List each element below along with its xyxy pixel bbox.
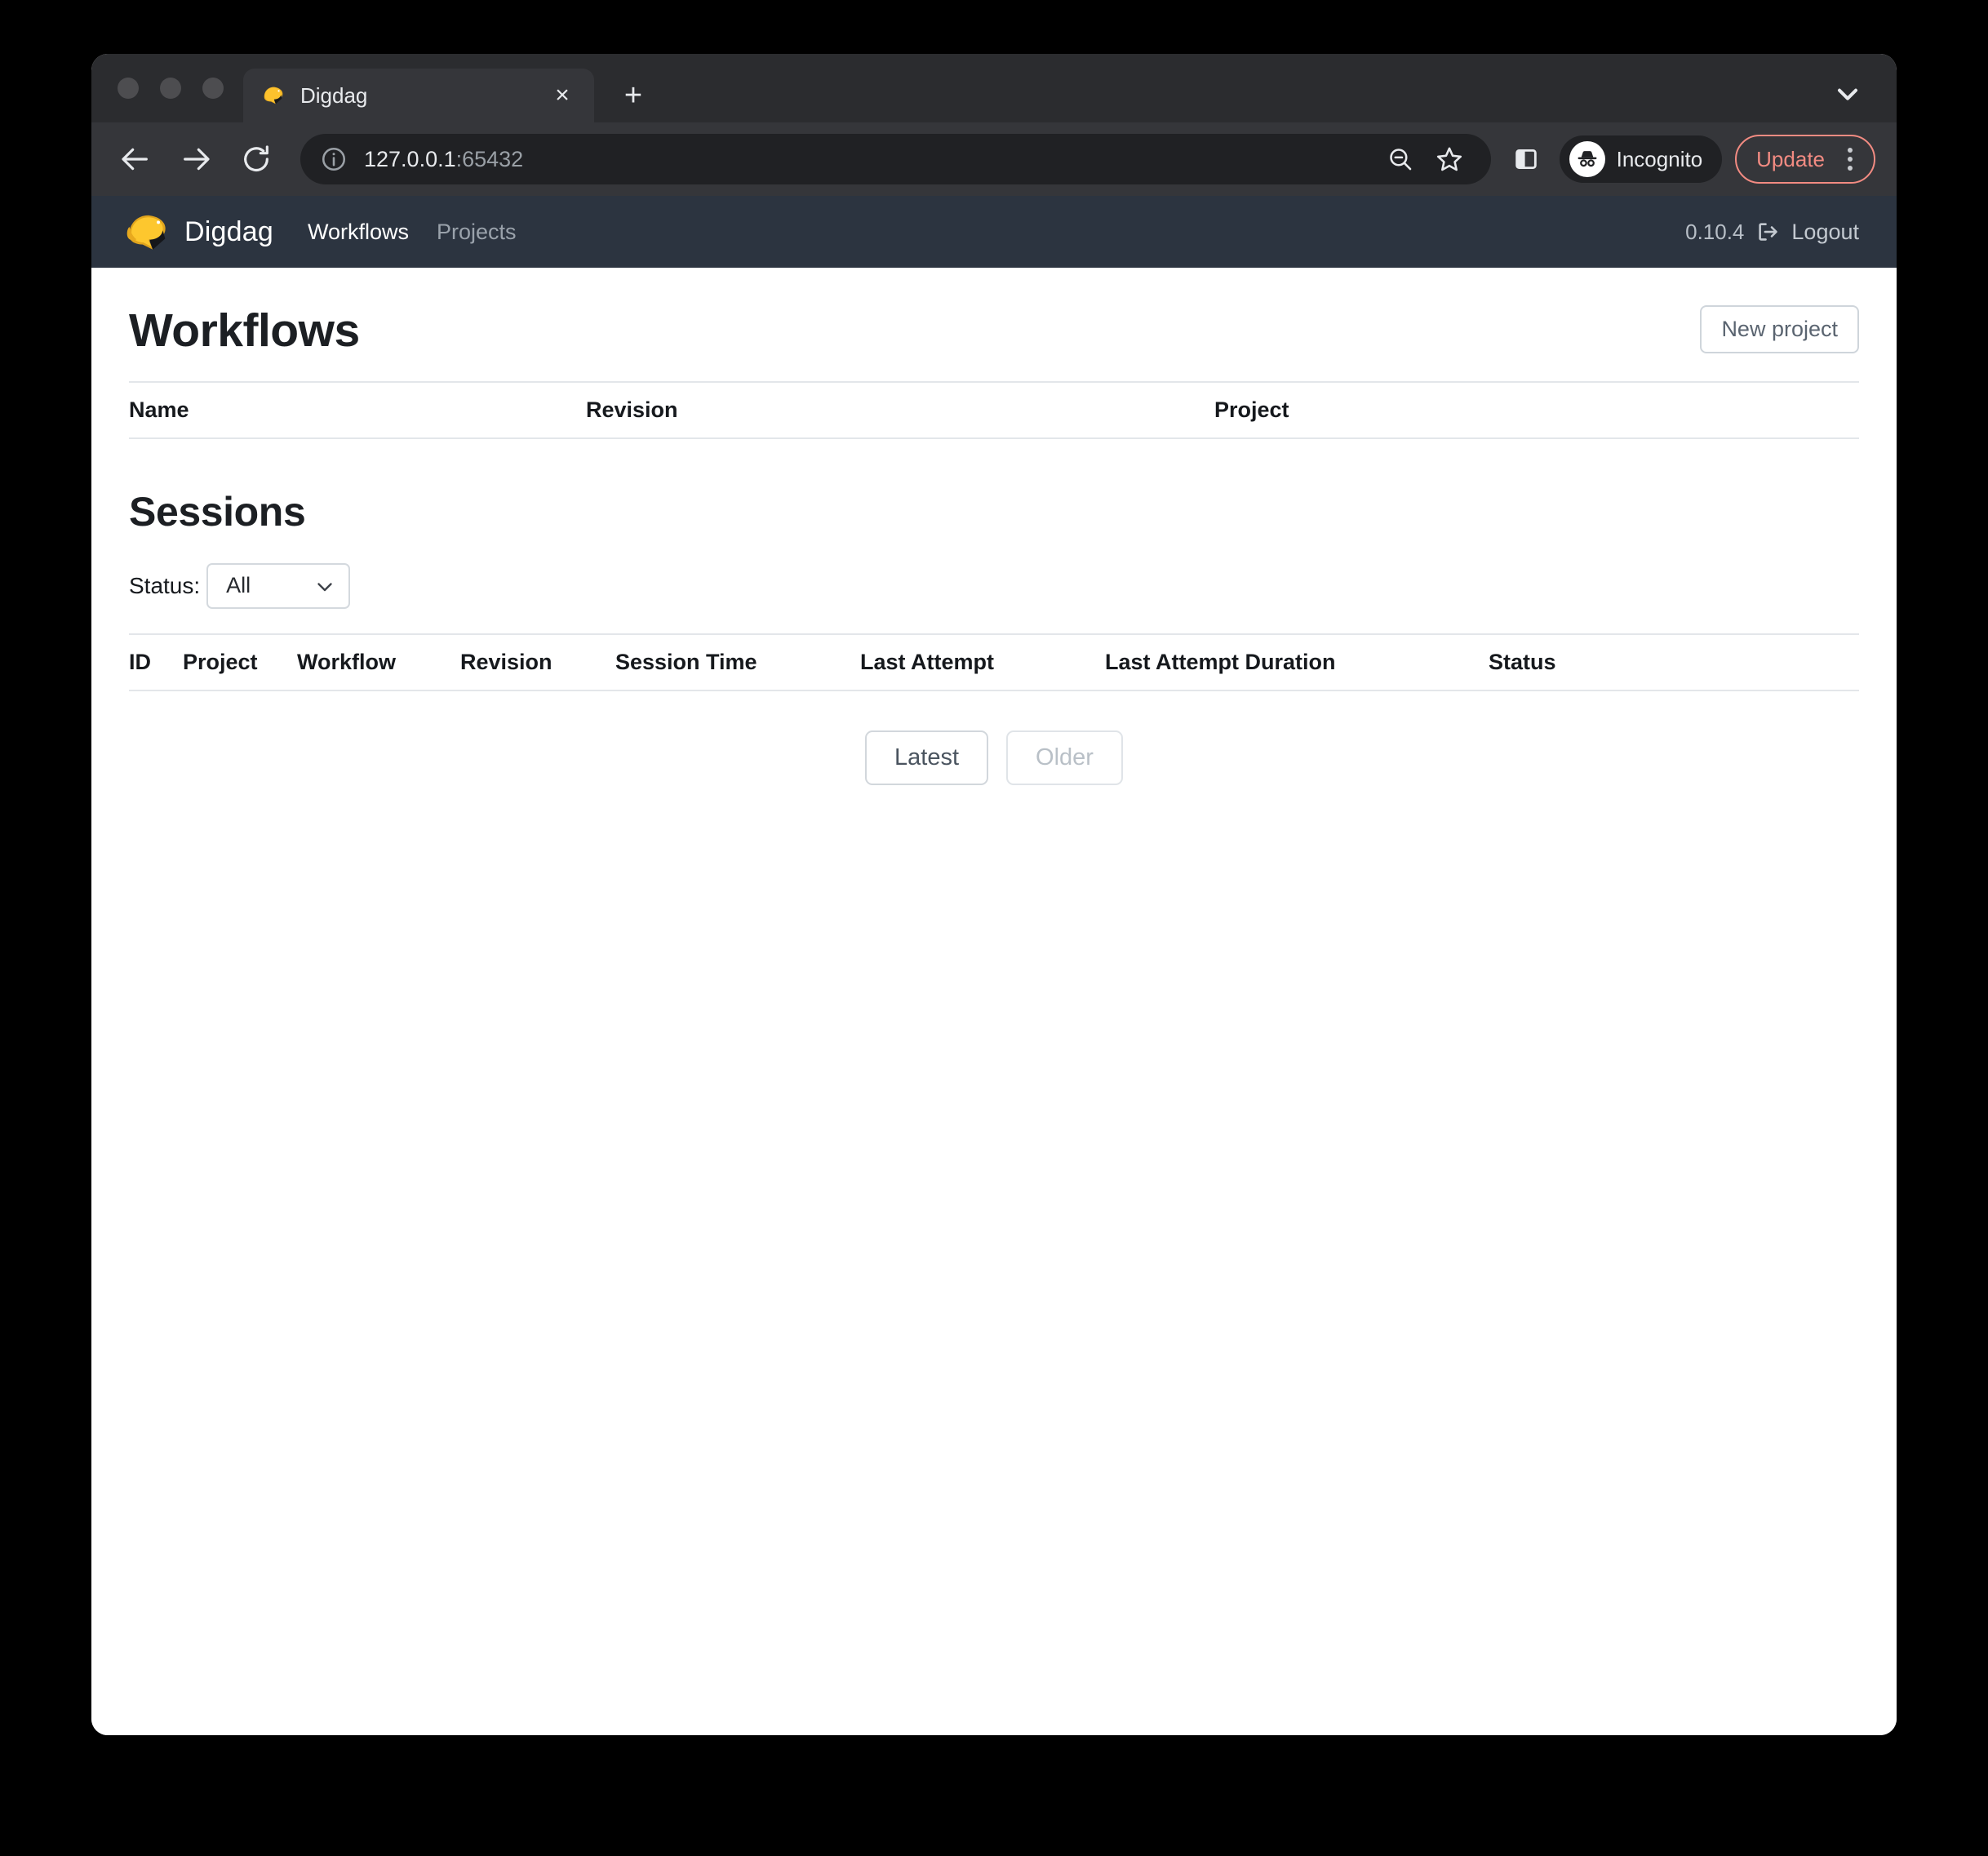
profile-incognito-button[interactable]: Incognito: [1559, 135, 1723, 183]
chevron-down-icon: [313, 574, 337, 598]
page-content: Workflows New project Name Revision Proj…: [91, 268, 1897, 785]
update-button[interactable]: Update: [1735, 135, 1875, 184]
page-title: Workflows: [129, 304, 360, 357]
window-minimize-button[interactable]: [160, 78, 181, 99]
sessions-pager: Latest Older: [129, 730, 1859, 785]
digdag-fox-icon: [261, 83, 286, 108]
window-traffic-lights[interactable]: [91, 54, 243, 122]
workflows-table-header-row: Name Revision Project: [129, 380, 1859, 439]
sessions-table: ID Project Workflow Revision Session Tim…: [129, 633, 1859, 691]
window-close-button[interactable]: [118, 78, 139, 99]
info-circle-icon[interactable]: [320, 145, 348, 173]
window-maximize-button[interactable]: [202, 78, 224, 99]
arrow-left-icon[interactable]: [113, 136, 158, 182]
workflows-table: Name Revision Project: [129, 380, 1859, 439]
update-label: Update: [1756, 146, 1825, 171]
digdag-fox-logo: [124, 208, 171, 255]
close-icon[interactable]: ×: [548, 83, 576, 108]
nav-link-projects[interactable]: Projects: [437, 220, 517, 245]
side-panel-icon[interactable]: [1504, 137, 1548, 181]
address-bar[interactable]: 127.0.0.1:65432: [300, 134, 1491, 184]
navbar-right: 0.10.4 Logout: [1685, 220, 1859, 245]
sessions-title: Sessions: [129, 488, 306, 535]
sessions-table-header-row: ID Project Workflow Revision Session Tim…: [129, 633, 1859, 691]
status-select-value: All: [226, 573, 251, 598]
url-port: :65432: [455, 146, 524, 171]
workflows-col-name: Name: [129, 380, 586, 439]
sessions-col-last-attempt: Last Attempt: [860, 633, 1105, 691]
sign-out-icon[interactable]: [1755, 220, 1780, 244]
workflows-header: Workflows New project: [129, 268, 1859, 357]
browser-tab-digdag[interactable]: Digdag ×: [243, 69, 594, 122]
browser-window: Digdag × + 127.0.0.1:65432 Incognito Upd…: [91, 54, 1897, 1735]
chevron-down-icon[interactable]: [1831, 77, 1864, 109]
incognito-icon: [1569, 141, 1605, 177]
kebab-menu-icon[interactable]: [1835, 140, 1866, 179]
tab-title: Digdag: [300, 82, 368, 108]
sessions-col-revision: Revision: [460, 633, 615, 691]
logout-link[interactable]: Logout: [1791, 220, 1859, 245]
pager-older-button[interactable]: Older: [1006, 730, 1123, 785]
sessions-col-workflow: Workflow: [297, 633, 460, 691]
sessions-col-project: Project: [183, 633, 297, 691]
pager-latest-button[interactable]: Latest: [865, 730, 989, 785]
brand-name[interactable]: Digdag: [184, 216, 273, 248]
workflows-col-revision: Revision: [586, 380, 1214, 439]
new-project-button[interactable]: New project: [1700, 305, 1859, 353]
new-tab-button[interactable]: +: [615, 80, 651, 111]
app-navbar: Digdag Workflows Projects 0.10.4 Logout: [91, 196, 1897, 268]
browser-toolbar: 127.0.0.1:65432 Incognito Update: [91, 122, 1897, 196]
url-text: 127.0.0.1:65432: [364, 147, 523, 172]
page-viewport: Digdag Workflows Projects 0.10.4 Logout …: [91, 196, 1897, 1735]
sessions-col-session-time: Session Time: [615, 633, 860, 691]
status-label: Status:: [129, 572, 201, 598]
app-version: 0.10.4: [1685, 219, 1745, 244]
workflows-col-project: Project: [1214, 380, 1859, 439]
sessions-col-status: Status: [1489, 633, 1859, 691]
reload-icon[interactable]: [233, 136, 279, 182]
url-host: 127.0.0.1: [364, 146, 456, 171]
zoom-out-icon[interactable]: [1378, 137, 1422, 181]
sessions-col-id: ID: [129, 633, 183, 691]
star-icon[interactable]: [1427, 137, 1471, 181]
profile-label: Incognito: [1616, 146, 1703, 171]
omnibox-actions: [1362, 137, 1471, 181]
nav-link-workflows[interactable]: Workflows: [308, 220, 409, 245]
arrow-right-icon[interactable]: [173, 136, 219, 182]
tab-strip: Digdag × +: [91, 54, 1897, 122]
sessions-col-last-attempt-duration: Last Attempt Duration: [1105, 633, 1489, 691]
sessions-status-filter: Status: All: [129, 562, 1859, 609]
status-select[interactable]: All: [206, 562, 351, 609]
